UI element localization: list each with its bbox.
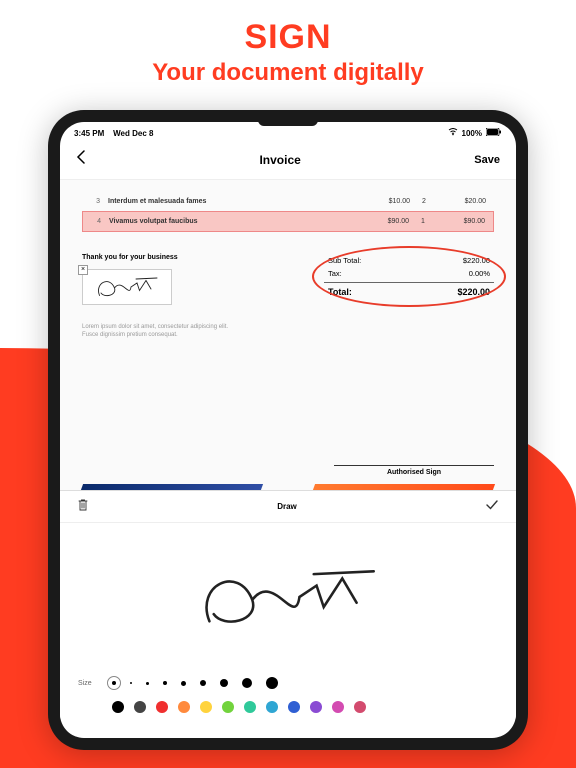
tablet-screen: 3:45 PM Wed Dec 8 100% Invoice Save [60, 122, 516, 738]
signature-glyph [188, 552, 388, 642]
color-option[interactable] [134, 701, 146, 713]
total-value: $220.00 [457, 287, 490, 297]
color-option[interactable] [222, 701, 234, 713]
footer-bar-orange [313, 484, 495, 490]
nav-bar: Invoice Save [60, 140, 516, 180]
row-amount: $90.00 [437, 218, 485, 225]
size-option[interactable] [130, 682, 132, 684]
status-date: Wed Dec 8 [113, 129, 153, 138]
size-option[interactable] [163, 681, 167, 685]
row-qty: 1 [409, 218, 437, 225]
totals-column: Sub Total: $220.00 Tax: 0.00% Total: $22… [324, 254, 494, 340]
color-option[interactable] [288, 701, 300, 713]
color-option[interactable] [266, 701, 278, 713]
back-button[interactable] [76, 150, 86, 169]
row-qty: 2 [410, 198, 438, 205]
size-row: Size [60, 671, 516, 695]
draw-canvas[interactable] [60, 523, 516, 671]
tax-row: Tax: 0.00% [324, 267, 494, 280]
size-option[interactable] [181, 681, 186, 686]
row-price: $90.00 [367, 218, 409, 225]
color-option[interactable] [112, 701, 124, 713]
total-label: Total: [328, 287, 352, 297]
row-amount: $20.00 [438, 198, 486, 205]
battery-percent: 100% [462, 129, 482, 138]
total-row: Total: $220.00 [324, 282, 494, 299]
size-label: Size [78, 680, 102, 687]
color-option[interactable] [332, 701, 344, 713]
size-option[interactable] [112, 681, 116, 685]
row-desc: Interdum et malesuada fames [108, 198, 368, 205]
color-dots [112, 701, 366, 713]
size-option[interactable] [200, 680, 206, 686]
size-option[interactable] [220, 679, 228, 687]
size-dots [112, 677, 278, 689]
subtotal-row: Sub Total: $220.00 [324, 254, 494, 267]
draw-header: Draw [60, 491, 516, 523]
lorem-text: Lorem ipsum dolor sit amet, consectetur … [82, 323, 232, 340]
tablet-notch [258, 122, 318, 126]
signature-preview[interactable]: × [82, 269, 172, 305]
close-icon[interactable]: × [78, 265, 88, 275]
authorised-sign-label: Authorised Sign [334, 465, 494, 476]
page-title: Invoice [259, 153, 300, 167]
invoice-table: 3 Interdum et malesuada fames $10.00 2 $… [82, 192, 494, 232]
subtotal-value: $220.00 [463, 256, 490, 265]
size-option[interactable] [242, 678, 252, 688]
subtotal-label: Sub Total: [328, 256, 361, 265]
draw-panel: Draw Size [60, 490, 516, 719]
row-price: $10.00 [368, 198, 410, 205]
headline-sign: SIGN [0, 18, 576, 57]
table-row: 3 Interdum et malesuada fames $10.00 2 $… [82, 192, 494, 211]
row-desc: Vivamus volutpat faucibus [109, 218, 367, 225]
color-row [60, 695, 516, 719]
color-option[interactable] [354, 701, 366, 713]
document-lower: Thank you for your business × Lorem ipsu… [82, 254, 494, 340]
color-option[interactable] [156, 701, 168, 713]
wifi-icon [448, 128, 458, 138]
check-icon[interactable] [486, 500, 498, 513]
color-option[interactable] [244, 701, 256, 713]
status-left: 3:45 PM Wed Dec 8 [74, 129, 153, 138]
battery-icon [486, 128, 502, 138]
signature-glyph-small [92, 273, 162, 301]
draw-title: Draw [277, 502, 297, 511]
headline-sub: Your document digitally [0, 59, 576, 87]
color-option[interactable] [178, 701, 190, 713]
tablet-frame: 3:45 PM Wed Dec 8 100% Invoice Save [48, 110, 528, 750]
color-option[interactable] [200, 701, 212, 713]
tax-value: 0.00% [469, 269, 490, 278]
row-index: 3 [90, 198, 108, 205]
headline: SIGN Your document digitally [0, 0, 576, 87]
status-time: 3:45 PM [74, 129, 104, 138]
tax-label: Tax: [328, 269, 342, 278]
thanks-column: Thank you for your business × Lorem ipsu… [82, 254, 304, 340]
size-option[interactable] [146, 682, 149, 685]
trash-icon[interactable] [78, 499, 88, 514]
thanks-text: Thank you for your business [82, 254, 304, 261]
save-button[interactable]: Save [474, 154, 500, 166]
row-index: 4 [91, 218, 109, 225]
color-option[interactable] [310, 701, 322, 713]
status-right: 100% [448, 128, 502, 138]
document-preview: 3 Interdum et malesuada fames $10.00 2 $… [60, 180, 516, 490]
size-option[interactable] [266, 677, 278, 689]
table-row-selected[interactable]: 4 Vivamus volutpat faucibus $90.00 1 $90… [82, 211, 494, 232]
footer-bar-blue [81, 484, 263, 490]
